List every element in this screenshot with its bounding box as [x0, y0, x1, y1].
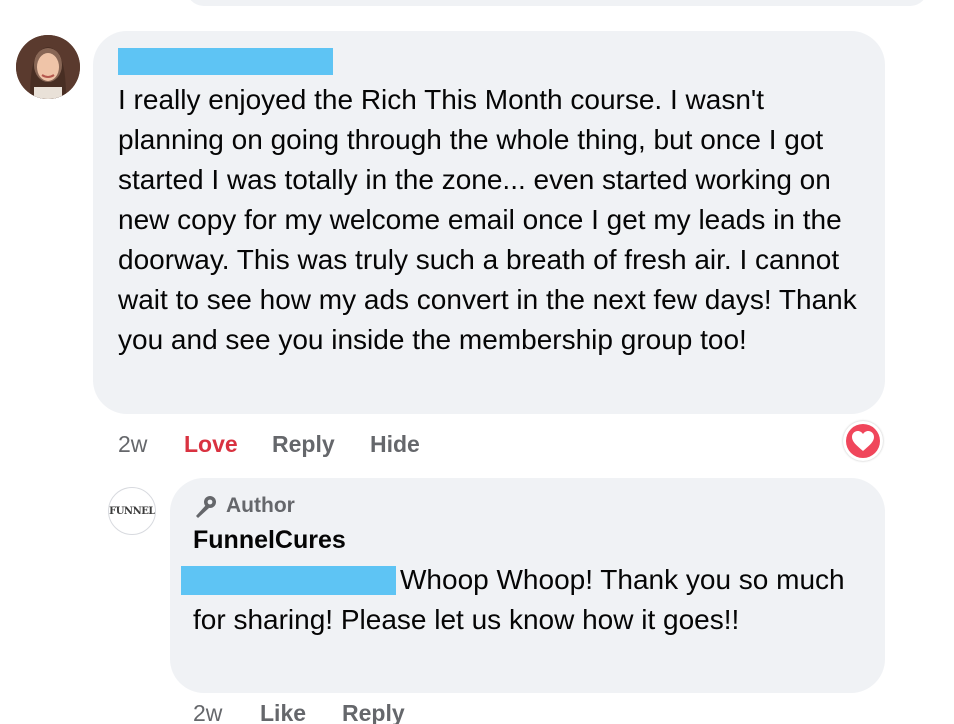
- comment-timestamp[interactable]: 2w: [118, 431, 147, 458]
- reaction-badge[interactable]: [843, 421, 883, 461]
- commenter-avatar[interactable]: [16, 35, 80, 99]
- love-reaction-button[interactable]: Love: [184, 431, 238, 458]
- microphone-icon: [196, 496, 216, 518]
- redacted-commenter-name: [118, 48, 333, 75]
- heart-icon: [852, 431, 874, 451]
- comment-thread: I really enjoyed the Rich This Month cou…: [0, 0, 954, 724]
- author-label: Author: [226, 494, 295, 517]
- reply-button[interactable]: Reply: [272, 431, 335, 458]
- reply-author-name[interactable]: FunnelCures: [193, 526, 346, 555]
- reply-reply-button[interactable]: Reply: [342, 700, 405, 724]
- previous-comment-bubble: [186, 0, 928, 6]
- like-button[interactable]: Like: [260, 700, 306, 724]
- comment-text: I really enjoyed the Rich This Month cou…: [118, 84, 857, 355]
- hide-button[interactable]: Hide: [370, 431, 420, 458]
- funnelcures-avatar[interactable]: FUNNEL: [108, 487, 156, 535]
- reply-text: Whoop Whoop! Thank you so much for shari…: [193, 564, 845, 635]
- reply-timestamp[interactable]: 2w: [193, 700, 222, 724]
